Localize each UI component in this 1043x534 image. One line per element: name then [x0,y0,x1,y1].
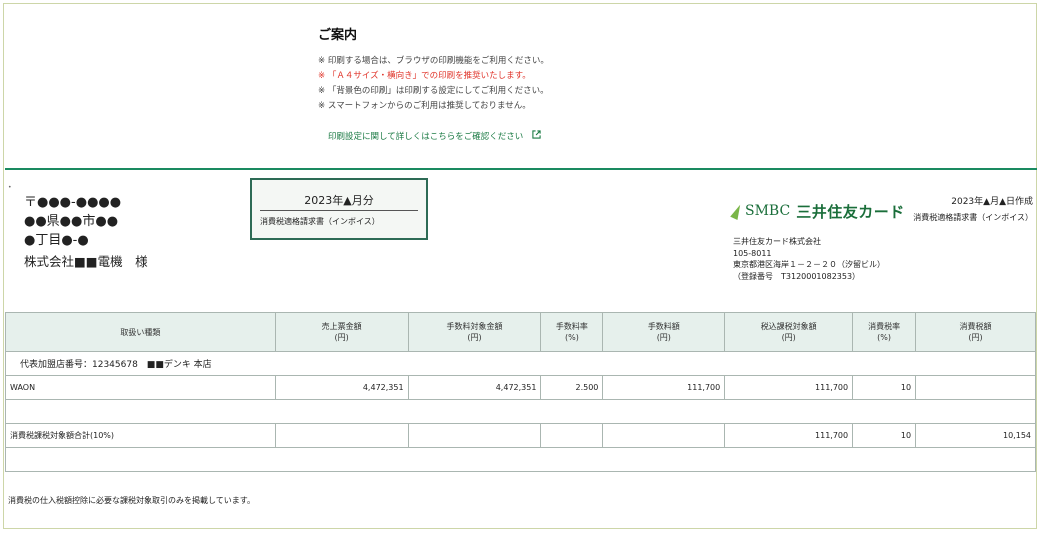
cell-total-taxable: 111,700 [724,423,854,448]
issuer-registration: （登録番号 T3120001082353） [733,271,861,281]
spacer-row [5,399,1036,424]
marker-dot: • [8,184,12,191]
billing-period-box: 2023年▲月分 消費税適格請求書（インボイス） [250,178,428,240]
header-cell: 手数料率 (%) [540,312,604,352]
logo-smbc: SMBC [745,203,791,219]
header-cell: 手数料対象金額 (円) [407,312,542,352]
recipient-address: 〒●●●-●●●● ●●県●●市●● ●丁目●-● 株式会社■■電機 様 [24,193,148,271]
created-doc-title: 消費税適格請求書（インボイス） [913,213,1033,222]
created-info: 2023年▲月▲日作成 消費税適格請求書（インボイス） [913,194,1033,226]
total-row: 消費税課税対象額合計(10%) 111,700 10 10,154 [5,423,1036,448]
notice-line-red: ※ 「Ａ４サイズ・横向き」での印刷を推奨いたします。 [318,71,531,81]
issuer-company: 三井住友カード株式会社 [733,237,821,246]
section-divider [5,168,1037,170]
cell-total-fee-base [407,423,542,448]
header-cell: 取扱い種類 [5,312,276,352]
notice-lines: ※ 印刷する場合は、ブラウザの印刷機能をご利用ください。 ※ 「Ａ４サイズ・横向… [318,54,549,114]
agency-row: 代表加盟店番号：12345678 ■■デンキ 本店 [5,351,1036,376]
notice-title: ご案内 [318,28,358,43]
header-cell: 売上票金額 (円) [274,312,409,352]
external-link-icon[interactable] [532,130,541,142]
recipient-line1: ●●県●●市●● [24,214,119,229]
cell-type: WAON [5,375,276,400]
period-box-divider [260,210,418,211]
cell-total-fee-rate [540,423,604,448]
cell-total-sales [274,423,409,448]
header-cell: 消費税額 (円) [915,312,1036,352]
cell-sales: 4,472,351 [274,375,409,400]
cell-tax [915,375,1036,400]
header-cell: 消費税率 (%) [852,312,917,352]
cell-tax-rate: 10 [852,375,917,400]
logo-company-name: 三井住友カード [796,202,905,221]
smbc-card-logo: SMBC 三井住友カード [730,200,905,222]
issuer-postal: 105-8011 [733,248,772,258]
billing-period: 2023年▲月分 [304,194,374,207]
cell-total-fee [602,423,726,448]
spacer-cell [5,399,1036,424]
spacer-row [5,447,1036,472]
cell-total-tax-rate: 10 [852,423,917,448]
header-cell: 手数料額 (円) [602,312,726,352]
recipient-company: 株式会社■■電機 様 [24,254,148,269]
recipient-line2: ●丁目●-● [24,233,89,248]
issuer-info: 三井住友カード株式会社 105-8011 東京都港区海岸１－２－２０（汐留ビル）… [733,236,885,282]
header-cell: 税込課税対象額 (円) [724,312,854,352]
recipient-postal: 〒●●●-●●●● [24,195,122,210]
created-date: 2023年▲月▲日作成 [951,197,1033,207]
cell-taxable: 111,700 [724,375,854,400]
issuer-address: 東京都港区海岸１－２－２０（汐留ビル） [733,260,885,269]
notice-line: ※ 印刷する場合は、ブラウザの印刷機能をご利用ください。 [318,56,549,66]
table-row: WAON 4,472,351 4,472,351 2.500 111,700 1… [5,375,1036,400]
agency-cell: 代表加盟店番号：12345678 ■■デンキ 本店 [5,351,1036,376]
cell-fee: 111,700 [602,375,726,400]
period-box-doc-title: 消費税適格請求書（インボイス） [260,217,380,226]
cell-total-tax: 10,154 [915,423,1036,448]
table-header-row: 取扱い種類 売上票金額 (円) 手数料対象金額 (円) 手数料率 (%) 手数料額 (円… [5,312,1036,352]
notice-line: ※ スマートフォンからのご利用は推奨しておりません。 [318,101,531,111]
leaf-icon [730,202,744,220]
cell-fee-base: 4,472,351 [407,375,542,400]
spacer-cell [5,447,1036,472]
cell-fee-rate: 2.500 [540,375,604,400]
invoice-table: 取扱い種類 売上票金額 (円) 手数料対象金額 (円) 手数料率 (%) 手数料額 (円… [5,312,1036,472]
footer-note: 消費税の仕入税額控除に必要な課税対象取引のみを掲載しています。 [8,496,255,505]
print-settings-link-label[interactable]: 印刷設定に関して詳しくはこちらをご確認ください [328,132,523,142]
cell-total-type: 消費税課税対象額合計(10%) [5,423,276,448]
notice-line: ※ 「背景色の印刷」は印刷する設定にしてご利用ください。 [318,86,549,96]
print-settings-link[interactable]: 印刷設定に関して詳しくはこちらをご確認ください [328,130,541,142]
